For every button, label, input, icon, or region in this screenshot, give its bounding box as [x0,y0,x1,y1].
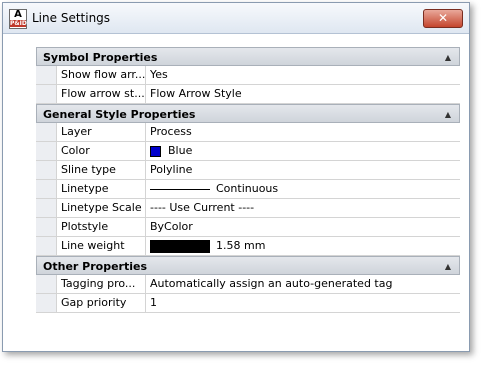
property-name: Show flow arr... [57,66,146,84]
section-title: Symbol Properties [43,51,158,64]
property-row-linetype[interactable]: Linetype Continuous [36,180,460,199]
app-icon-sub: P&ID [10,20,27,27]
property-name: Plotstyle [57,218,146,236]
section-general-style-properties[interactable]: General Style Properties ▲ [36,104,460,123]
section-title: Other Properties [43,260,147,273]
property-row-show-flow-arrow[interactable]: Show flow arr... Yes [36,66,460,85]
app-icon: A P&ID [9,9,27,29]
collapse-icon[interactable]: ▲ [445,48,451,67]
app-icon-letter: A [14,9,22,20]
row-gutter [36,218,57,236]
property-row-plotstyle[interactable]: Plotstyle ByColor [36,218,460,237]
property-value[interactable]: Polyline [146,161,460,179]
line-weight-value: 1.58 mm [216,239,266,252]
window-title: Line Settings [32,11,111,25]
property-value[interactable]: ByColor [146,218,460,236]
property-row-sline-type[interactable]: Sline type Polyline [36,161,460,180]
property-row-gap-priority[interactable]: Gap priority 1 [36,294,460,313]
collapse-icon[interactable]: ▲ [445,257,451,276]
close-icon: ✕ [437,11,449,25]
property-name: Linetype Scale [57,199,146,217]
row-gutter [36,275,57,293]
title-bar[interactable]: A P&ID Line Settings ✕ [3,3,469,34]
row-gutter [36,142,57,160]
section-title: General Style Properties [43,108,196,121]
collapse-icon[interactable]: ▲ [445,105,451,124]
linetype-value: Continuous [216,182,279,195]
property-value[interactable]: 1.58 mm [146,237,460,255]
property-value[interactable]: Yes [146,66,460,84]
line-settings-window: A P&ID Line Settings ✕ Symbol Properties… [2,2,470,352]
property-value[interactable]: Blue [146,142,460,160]
property-row-flow-arrow-style[interactable]: Flow arrow st... Flow Arrow Style [36,85,460,104]
property-name: Linetype [57,180,146,198]
property-value[interactable]: Flow Arrow Style [146,85,460,103]
row-gutter [36,161,57,179]
property-name: Gap priority [57,294,146,312]
property-value[interactable]: Process [146,123,460,141]
property-row-layer[interactable]: Layer Process [36,123,460,142]
property-row-linetype-scale[interactable]: Linetype Scale ---- Use Current ---- [36,199,460,218]
property-name: Flow arrow st... [57,85,146,103]
row-gutter [36,180,57,198]
section-symbol-properties[interactable]: Symbol Properties ▲ [36,47,460,66]
property-name: Sline type [57,161,146,179]
property-value[interactable]: ---- Use Current ---- [146,199,460,217]
property-grid: Symbol Properties ▲ Show flow arr... Yes… [36,47,460,313]
property-row-line-weight[interactable]: Line weight 1.58 mm [36,237,460,256]
row-gutter [36,123,57,141]
color-swatch [150,145,161,157]
property-row-tagging[interactable]: Tagging pro... Automatically assign an a… [36,275,460,294]
color-value: Blue [168,144,193,157]
property-value[interactable]: Continuous [146,180,460,198]
property-name: Line weight [57,237,146,255]
row-gutter [36,85,57,103]
property-name: Layer [57,123,146,141]
row-gutter [36,199,57,217]
linetype-preview [150,188,210,190]
property-row-color[interactable]: Color Blue [36,142,460,161]
section-other-properties[interactable]: Other Properties ▲ [36,256,460,275]
row-gutter [36,294,57,312]
close-button[interactable]: ✕ [423,9,463,28]
property-name: Color [57,142,146,160]
property-value[interactable]: 1 [146,294,460,312]
row-gutter [36,237,57,255]
line-weight-preview [150,239,210,253]
row-gutter [36,66,57,84]
property-name: Tagging pro... [57,275,146,293]
property-value[interactable]: Automatically assign an auto-generated t… [146,275,460,293]
